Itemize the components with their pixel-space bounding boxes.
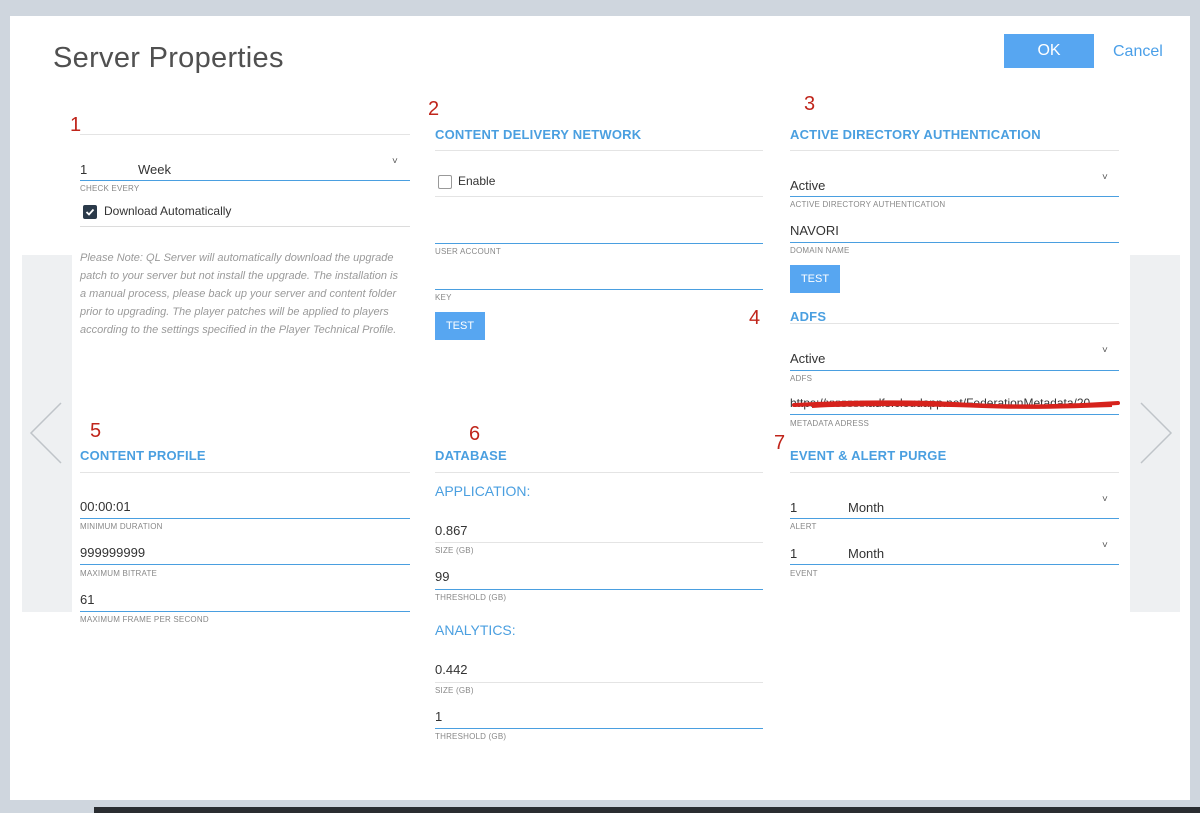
chevron-down-icon[interactable]: ˅ — [1102, 494, 1108, 505]
event-unit[interactable]: Month — [848, 546, 884, 561]
server-properties-dialog: Server Properties OK Cancel 1 2 3 4 5 6 … — [10, 16, 1190, 800]
adfs-section-title: ADFS — [790, 309, 827, 324]
adfs-caption: ADFS — [790, 374, 813, 383]
chevron-right-icon[interactable] — [1138, 401, 1174, 465]
taskbar-strip — [94, 807, 1200, 813]
marker-7: 7 — [774, 432, 786, 454]
cdn-section-title: CONTENT DELIVERY NETWORK — [435, 127, 642, 142]
chevron-down-icon[interactable]: ˅ — [392, 156, 398, 167]
divider — [435, 542, 763, 543]
divider — [80, 134, 410, 135]
app-threshold-caption: THRESHOLD (GB) — [435, 593, 507, 602]
app-size-caption: SIZE (GB) — [435, 546, 474, 555]
event-select-underline — [790, 564, 1119, 565]
max-bitrate-caption: MAXIMUM BITRATE — [80, 569, 158, 578]
cdn-enable-label: Enable — [458, 174, 496, 188]
event-caption: EVENT — [790, 569, 818, 578]
download-auto-checkbox[interactable] — [83, 205, 97, 219]
cdn-test-button[interactable]: TEST — [435, 312, 485, 340]
chevron-left-icon[interactable] — [28, 401, 64, 465]
database-title: DATABASE — [435, 448, 507, 463]
event-value[interactable]: 1 — [790, 546, 797, 561]
cancel-link[interactable]: Cancel — [1113, 43, 1163, 61]
divider — [790, 472, 1119, 473]
purge-title: EVENT & ALERT PURGE — [790, 448, 947, 463]
ad-select-underline — [790, 196, 1119, 197]
min-duration-underline — [80, 518, 410, 519]
check-every-underline — [80, 180, 410, 181]
divider — [435, 196, 763, 197]
chevron-down-icon[interactable]: ˅ — [1102, 172, 1108, 183]
max-bitrate-input[interactable]: 999999999 — [80, 545, 145, 560]
ad-caption: ACTIVE DIRECTORY AUTHENTICATION — [790, 200, 946, 209]
alert-value[interactable]: 1 — [790, 500, 797, 515]
marker-5: 5 — [90, 420, 102, 442]
upgrade-note: Please Note: QL Server will automaticall… — [80, 252, 398, 336]
adfs-value[interactable]: Active — [790, 351, 825, 366]
min-duration-caption: MINIMUM DURATION — [80, 522, 163, 531]
an-size-caption: SIZE (GB) — [435, 686, 474, 695]
max-bitrate-underline — [80, 564, 410, 565]
metadata-address-caption: METADATA ADRESS — [790, 419, 870, 428]
check-every-unit[interactable]: Week — [138, 162, 171, 177]
check-every-value[interactable]: 1 — [80, 162, 87, 177]
divider — [790, 150, 1119, 151]
marker-6: 6 — [469, 423, 481, 445]
an-threshold-underline — [435, 728, 763, 729]
chevron-down-icon[interactable]: ˅ — [1102, 540, 1108, 551]
marker-3: 3 — [804, 93, 816, 115]
marker-2: 2 — [428, 98, 440, 120]
key-input[interactable] — [435, 289, 763, 290]
redaction-mark — [792, 400, 1120, 409]
user-account-input[interactable] — [435, 243, 763, 244]
analytics-label: ANALYTICS: — [435, 622, 516, 638]
an-threshold-caption: THRESHOLD (GB) — [435, 732, 507, 741]
divider — [80, 226, 410, 227]
domain-name-underline — [790, 242, 1119, 243]
cdn-enable-checkbox[interactable] — [438, 175, 452, 189]
application-label: APPLICATION: — [435, 483, 531, 499]
download-auto-label: Download Automatically — [104, 204, 232, 218]
chevron-down-icon[interactable]: ˅ — [1102, 345, 1108, 356]
content-profile-title: CONTENT PROFILE — [80, 448, 206, 463]
domain-name-input[interactable]: NAVORI — [790, 223, 839, 238]
an-size-value: 0.442 — [435, 662, 468, 677]
alert-unit[interactable]: Month — [848, 500, 884, 515]
metadata-address-underline — [790, 414, 1119, 415]
alert-caption: ALERT — [790, 522, 817, 531]
ad-section-title: ACTIVE DIRECTORY AUTHENTICATION — [790, 127, 1041, 142]
app-size-value: 0.867 — [435, 523, 468, 538]
divider — [435, 472, 763, 473]
an-threshold-input[interactable]: 1 — [435, 709, 442, 724]
alert-select-underline — [790, 518, 1119, 519]
key-caption: KEY — [435, 293, 452, 302]
domain-name-caption: DOMAIN NAME — [790, 246, 850, 255]
max-fps-caption: MAXIMUM FRAME PER SECOND — [80, 615, 209, 624]
check-every-caption: CHECK EVERY — [80, 184, 140, 193]
user-account-caption: USER ACCOUNT — [435, 247, 501, 256]
adfs-select-underline — [790, 370, 1119, 371]
ad-test-button[interactable]: TEST — [790, 265, 840, 293]
divider — [790, 323, 1119, 324]
ad-value[interactable]: Active — [790, 178, 825, 193]
app-threshold-input[interactable]: 99 — [435, 569, 449, 584]
marker-4: 4 — [749, 307, 761, 329]
page-title: Server Properties — [53, 42, 284, 74]
divider — [435, 150, 763, 151]
max-fps-underline — [80, 611, 410, 612]
divider — [435, 682, 763, 683]
divider — [80, 472, 410, 473]
min-duration-input[interactable]: 00:00:01 — [80, 499, 131, 514]
max-fps-input[interactable]: 61 — [80, 592, 94, 607]
check-icon — [85, 208, 95, 216]
ok-button[interactable]: OK — [1004, 34, 1094, 68]
app-threshold-underline — [435, 589, 763, 590]
